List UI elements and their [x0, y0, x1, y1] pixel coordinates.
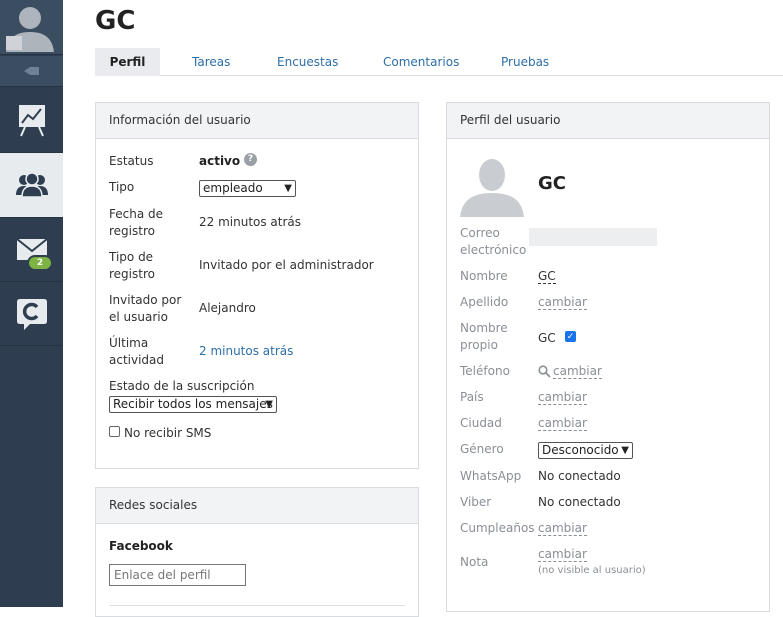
email-value-redacted: [529, 228, 657, 246]
chevron-down-icon: ▼: [284, 183, 292, 194]
user-profile-header: Perfil del usuario: [447, 103, 769, 139]
profile-name: GC: [538, 173, 566, 194]
first-name-value[interactable]: GC: [538, 269, 556, 284]
last-name-label: Apellido: [460, 295, 509, 309]
chevron-down-icon: ▼: [265, 399, 273, 410]
birthday-label: Cumpleaños: [460, 521, 535, 535]
tab-encuestas[interactable]: Encuestas: [277, 48, 338, 76]
collapse-arrow-icon: [24, 67, 39, 75]
tab-perfil[interactable]: Perfil: [95, 48, 160, 76]
invited-by-label: Invitado por el usuario: [109, 293, 182, 324]
page-title: GC: [95, 6, 136, 36]
registration-date-value: 22 minutos atrás: [199, 215, 302, 229]
country-change-link[interactable]: cambiar: [538, 390, 587, 405]
subscription-select[interactable]: Recibir todos los mensajes ▼: [109, 396, 277, 413]
registration-type-value: Invitado por el administrador: [199, 258, 374, 272]
type-select[interactable]: empleado ▼: [199, 180, 296, 197]
sidebar-item-chat[interactable]: [0, 282, 63, 346]
city-label: Ciudad: [460, 416, 502, 430]
own-name-label: Nombre propio: [460, 321, 508, 352]
user-info-panel: Información del usuario Estatus activo ?…: [95, 102, 419, 469]
user-avatar-icon: [6, 7, 54, 52]
first-name-label: Nombre: [460, 269, 508, 283]
registration-type-label: Tipo de registro: [109, 250, 155, 281]
sidebar-item-messages[interactable]: 2: [0, 218, 63, 282]
registration-date-label: Fecha de registro: [109, 207, 163, 238]
city-change-link[interactable]: cambiar: [538, 416, 587, 431]
user-profile-panel: Perfil del usuario GC Correo electrónico…: [446, 102, 770, 612]
birthday-change-link[interactable]: cambiar: [538, 521, 587, 536]
viber-label: Viber: [460, 495, 492, 509]
no-sms-label: No recibir SMS: [124, 426, 212, 440]
social-panel: Redes sociales Facebook Enlace del perfi…: [95, 487, 419, 617]
tab-pruebas[interactable]: Pruebas: [501, 48, 549, 76]
help-icon[interactable]: ?: [244, 153, 257, 166]
last-activity-link[interactable]: 2 minutos atrás: [199, 343, 293, 360]
user-info-header: Información del usuario: [96, 103, 418, 139]
sidebar-avatar[interactable]: [0, 0, 63, 55]
invited-by-value: Alejandro: [199, 301, 256, 315]
sidebar-item-analytics[interactable]: [0, 88, 63, 152]
tab-comentarios[interactable]: Comentarios: [383, 48, 459, 76]
social-header: Redes sociales: [96, 488, 418, 524]
left-sidebar: 2: [0, 0, 63, 607]
tab-tareas[interactable]: Tareas: [192, 48, 230, 76]
note-change-link[interactable]: cambiar: [538, 547, 587, 562]
sidebar-item-users[interactable]: [0, 153, 63, 217]
sidebar-collapse-button[interactable]: [0, 56, 63, 87]
viber-value: No conectado: [538, 495, 621, 509]
chat-c-logo-icon: [16, 299, 47, 330]
status-value: activo: [199, 154, 241, 168]
status-label: Estatus: [109, 154, 154, 168]
subscription-label: Estado de la suscripción: [109, 379, 255, 393]
chart-board-icon: [18, 105, 45, 137]
gender-label: Género: [460, 442, 504, 456]
note-hint: (no visible al usuario): [538, 565, 646, 576]
users-group-icon: [15, 172, 48, 198]
own-name-checkbox[interactable]: ✓: [565, 331, 576, 342]
own-name-value: GC: [538, 331, 556, 345]
phone-label: Teléfono: [460, 364, 510, 378]
note-label: Nota: [460, 555, 489, 569]
no-sms-checkbox[interactable]: [109, 426, 120, 437]
whatsapp-label: WhatsApp: [460, 469, 522, 483]
facebook-label: Facebook: [109, 539, 173, 553]
search-icon[interactable]: [538, 365, 551, 378]
divider: [109, 605, 405, 606]
chevron-down-icon: ▼: [621, 445, 629, 456]
profile-avatar-icon[interactable]: [460, 155, 524, 217]
type-label: Tipo: [109, 180, 135, 194]
facebook-profile-input[interactable]: Enlace del perfil: [109, 564, 246, 586]
whatsapp-value: No conectado: [538, 469, 621, 483]
last-name-change-link[interactable]: cambiar: [538, 295, 587, 310]
tab-bar: Perfil Tareas Encuestas Comentarios Prue…: [95, 48, 783, 76]
email-label: Correo electrónico: [460, 226, 527, 257]
phone-change-link[interactable]: cambiar: [553, 364, 602, 379]
messages-count-badge: 2: [27, 255, 53, 271]
gender-select[interactable]: Desconocido ▼: [538, 442, 633, 459]
last-activity-label: Última actividad: [109, 336, 165, 367]
country-label: País: [460, 390, 484, 404]
